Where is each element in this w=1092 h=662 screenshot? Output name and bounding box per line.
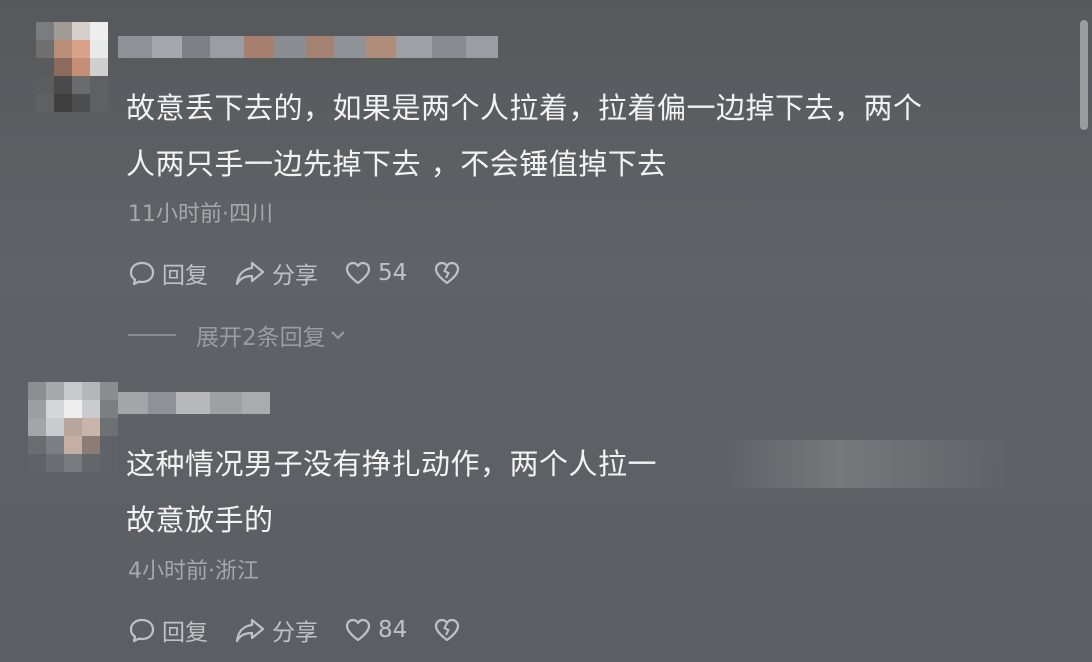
- reply-button[interactable]: 回复: [128, 613, 208, 647]
- username[interactable]: [118, 392, 270, 414]
- comment-text-line: 故意放手的: [126, 503, 274, 537]
- like-count: 54: [378, 260, 408, 286]
- comment-text-line: 故意丢下去的，如果是两个人拉着，拉着偏一边掉下去，两个: [126, 91, 923, 125]
- like-button[interactable]: 54: [344, 259, 407, 287]
- like-button[interactable]: 84: [344, 616, 407, 644]
- comment-meta: 4小时前·浙江: [128, 559, 259, 584]
- comment-text: 故意丢下去的，如果是两个人拉着，拉着偏一边掉下去，两个 人两只手一边先掉下去 ，…: [126, 80, 1056, 192]
- expand-replies-button[interactable]: 展开2条回复: [128, 318, 348, 352]
- blurred-text-region: [720, 440, 1020, 488]
- comment-meta: 11小时前·四川: [128, 202, 273, 227]
- username[interactable]: [118, 36, 498, 58]
- share-button[interactable]: 分享: [234, 256, 318, 290]
- reply-label: 回复: [162, 263, 208, 289]
- comment-bubble-icon: [129, 618, 155, 643]
- expand-replies-label: 展开2条回复: [196, 325, 326, 351]
- broken-heart-icon: [435, 618, 460, 642]
- avatar[interactable]: [36, 22, 108, 112]
- share-label: 分享: [272, 263, 318, 289]
- broken-heart-icon: [435, 261, 460, 285]
- like-count: 84: [378, 617, 408, 643]
- reply-label: 回复: [162, 620, 208, 646]
- share-label: 分享: [272, 620, 318, 646]
- heart-icon: [345, 618, 371, 642]
- share-button[interactable]: 分享: [234, 613, 318, 647]
- avatar[interactable]: [28, 382, 118, 472]
- divider-line: [128, 334, 176, 336]
- comment-text-line: 人两只手一边先掉下去 ，不会锤值掉下去: [126, 147, 667, 181]
- comment-bubble-icon: [129, 261, 155, 286]
- dislike-button[interactable]: [433, 616, 467, 644]
- chevron-down-icon: [330, 331, 345, 340]
- comment-actions: 回复 分享 84: [128, 613, 493, 647]
- dislike-button[interactable]: [433, 259, 467, 287]
- comment-actions: 回复 分享 54: [128, 256, 493, 290]
- heart-icon: [345, 261, 371, 285]
- scrollbar[interactable]: [1080, 20, 1088, 130]
- reply-button[interactable]: 回复: [128, 256, 208, 290]
- share-arrow-icon: [235, 261, 265, 286]
- share-arrow-icon: [235, 618, 265, 643]
